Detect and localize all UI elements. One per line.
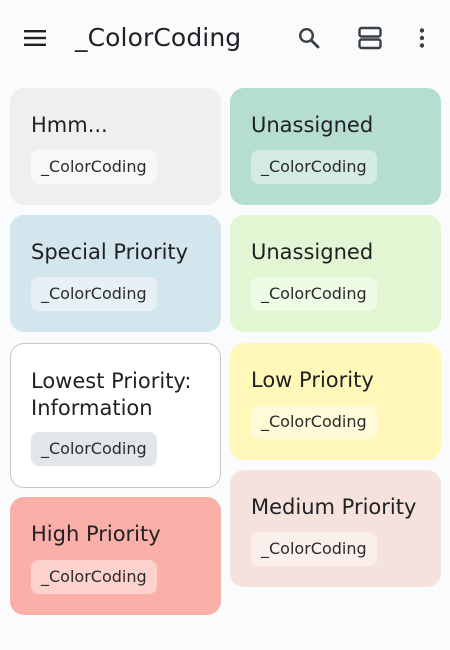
more-vert-icon	[419, 28, 425, 48]
note-title: High Priority	[31, 522, 161, 546]
top-app-bar: _ColorCoding	[0, 0, 450, 76]
menu-icon	[24, 30, 46, 46]
note-title: Special Priority	[31, 240, 189, 264]
note-card[interactable]: Medium Priority _ColorCoding	[230, 470, 441, 587]
note-label-chip[interactable]: _ColorCoding	[31, 277, 157, 311]
note-label-chip[interactable]: _ColorCoding	[31, 560, 157, 594]
note-card[interactable]: High Priority _ColorCoding	[10, 497, 221, 615]
note-title: Unassigned	[251, 113, 374, 137]
note-title: Unassigned	[251, 240, 374, 264]
note-label-chip[interactable]: _ColorCoding	[31, 150, 157, 184]
note-card[interactable]: Special Priority _ColorCoding	[10, 215, 221, 332]
note-title: Medium Priority	[251, 495, 417, 519]
note-title: Hmm...	[31, 113, 108, 137]
more-options-button[interactable]	[402, 18, 442, 58]
note-title: Lowest Priority: Information	[31, 369, 192, 420]
app-root: _ColorCoding Hmm... _ColorCoding Special…	[0, 0, 450, 650]
menu-button[interactable]	[15, 18, 55, 58]
note-card[interactable]: Low Priority _ColorCoding	[230, 343, 441, 460]
app-title: _ColorCoding	[75, 23, 242, 52]
note-card[interactable]: Lowest Priority: Information _ColorCodin…	[10, 343, 221, 488]
search-icon	[298, 27, 320, 49]
note-label-chip[interactable]: _ColorCoding	[251, 150, 377, 184]
note-card[interactable]: Unassigned _ColorCoding	[230, 215, 441, 332]
note-label-chip[interactable]: _ColorCoding	[251, 277, 377, 311]
view-agenda-icon	[358, 26, 382, 50]
note-card[interactable]: Unassigned _ColorCoding	[230, 88, 441, 205]
search-button[interactable]	[289, 18, 329, 58]
view-toggle-button[interactable]	[350, 18, 390, 58]
note-label-chip[interactable]: _ColorCoding	[251, 532, 377, 566]
note-card[interactable]: Hmm... _ColorCoding	[10, 88, 221, 205]
note-label-chip[interactable]: _ColorCoding	[251, 405, 377, 439]
note-label-chip[interactable]: _ColorCoding	[31, 432, 157, 466]
note-title: Low Priority	[251, 368, 374, 392]
